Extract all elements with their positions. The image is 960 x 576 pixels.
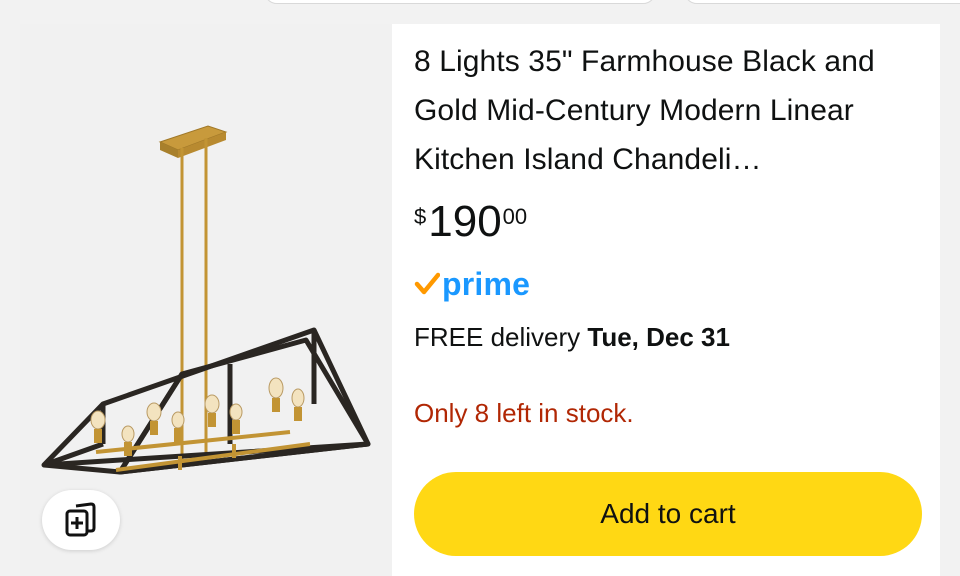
delivery-info: FREE delivery Tue, Dec 31 <box>414 320 730 354</box>
stock-message: Only 8 left in stock. <box>414 398 634 428</box>
product-title[interactable]: 8 Lights 35" Farmhouse Black and Gold Mi… <box>414 37 924 184</box>
previous-card-edge <box>264 0 656 4</box>
price-currency-symbol: $ <box>414 204 427 229</box>
price-fraction: 00 <box>502 204 528 229</box>
product-search-result-page: 8 Lights 35" Farmhouse Black and Gold Mi… <box>0 0 960 576</box>
compare-button[interactable] <box>42 490 120 550</box>
delivery-prefix: FREE delivery <box>414 322 588 352</box>
add-to-cart-button[interactable]: Add to cart <box>414 472 922 556</box>
price-whole: 190 <box>428 197 502 246</box>
delivery-date: Tue, Dec 31 <box>587 322 730 352</box>
prime-check-icon <box>414 272 440 295</box>
product-price: $ 190 00 <box>414 196 527 248</box>
compare-icon <box>65 502 96 537</box>
previous-card-edge <box>684 0 960 4</box>
prime-label: prime <box>442 266 531 302</box>
prime-badge: prime <box>414 264 530 304</box>
top-chrome <box>0 0 960 14</box>
